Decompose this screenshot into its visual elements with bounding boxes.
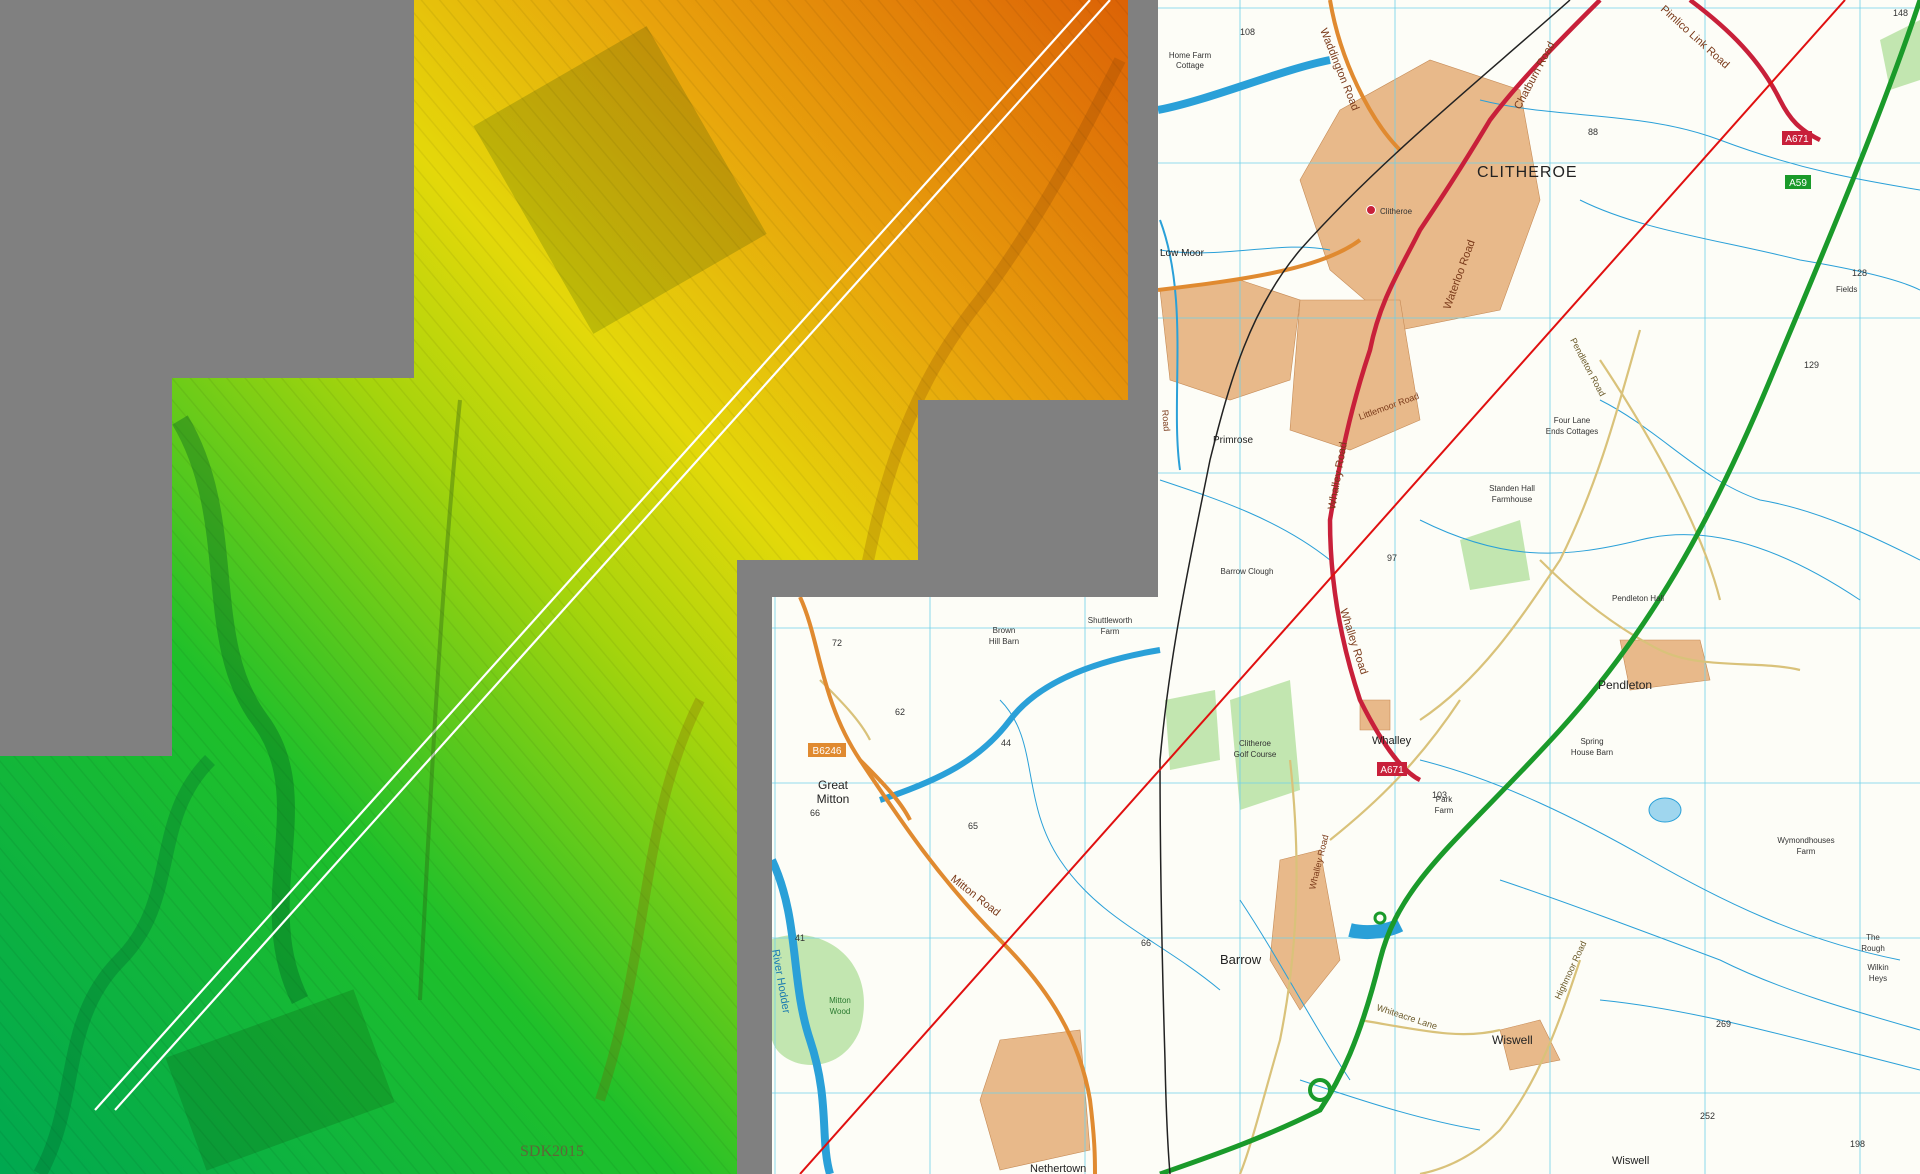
place-fields: Fields (1836, 285, 1857, 294)
town-label-low-moor: Low Moor (1160, 248, 1205, 259)
svg-text:A59: A59 (1789, 178, 1807, 189)
spot-height: 148 (1893, 8, 1908, 18)
place-home-farm-2: Cottage (1176, 61, 1205, 70)
os-map-panel: A671 A59 A671 B6246 CLITHEROE Barrow Wha… (772, 0, 1920, 1174)
place-shuttleworth-2: Farm (1101, 627, 1120, 636)
town-label-primrose: Primrose (1213, 435, 1253, 446)
spot-height: 41 (795, 933, 805, 943)
spot-height: 129 (1804, 360, 1819, 370)
town-label-whalley: Whalley (1372, 735, 1412, 747)
place-park-farm-2: Farm (1435, 806, 1454, 815)
place-the-rough-2: Rough (1861, 944, 1885, 953)
spot-height: 66 (1141, 938, 1151, 948)
map-comparison-figure: SDK2015 A671 A59 A671 B6246 CLITHEROE Ba… (0, 0, 1920, 1174)
place-wymondhouses-2: Farm (1797, 847, 1816, 856)
place-golf-1: Clitheroe (1239, 739, 1272, 748)
place-spring-house-1: Spring (1580, 737, 1603, 746)
place-wilkin-1: Wilkin (1867, 963, 1888, 972)
town-label-mitton: Mitton (817, 792, 850, 806)
spot-height: 66 (810, 808, 820, 818)
place-home-farm-1: Home Farm (1169, 51, 1212, 60)
place-brown-hill-1: Brown (993, 626, 1016, 635)
town-label-wiswell: Wiswell (1492, 1033, 1533, 1047)
place-the-rough-1: The (1866, 933, 1880, 942)
road-shield-a671-top: A671 (1782, 131, 1812, 145)
road-label-york: Road (1160, 409, 1172, 431)
town-label-barrow: Barrow (1220, 952, 1262, 967)
spot-height: 65 (968, 821, 978, 831)
place-standen-1: Standen Hall (1489, 484, 1535, 493)
spot-height: 44 (1001, 738, 1011, 748)
svg-text:A671: A671 (1785, 134, 1809, 145)
clitheroe-station (1366, 205, 1376, 215)
place-barrow-clough: Barrow Clough (1221, 567, 1274, 576)
spot-height: 128 (1852, 268, 1867, 278)
place-mitton-wood-2: Wood (830, 1007, 851, 1016)
svg-text:B6246: B6246 (813, 746, 842, 757)
town-label-nethertown: Nethertown (1030, 1163, 1086, 1174)
place-wilkin-2: Heys (1869, 974, 1887, 983)
place-mitton-wood-1: Mitton (829, 996, 851, 1005)
road-shield-a59: A59 (1785, 175, 1811, 189)
place-shuttleworth-1: Shuttleworth (1088, 616, 1132, 625)
place-four-lane-2: Ends Cottages (1546, 427, 1598, 436)
place-standen-2: Farmhouse (1492, 495, 1533, 504)
spot-height: 252 (1700, 1111, 1715, 1121)
spot-height: 62 (895, 707, 905, 717)
pond (1648, 797, 1682, 823)
spot-height: 108 (1240, 27, 1255, 37)
spot-height: 198 (1850, 1139, 1865, 1149)
town-label-wiswell-south: Wiswell (1612, 1155, 1649, 1167)
place-golf-2: Golf Course (1234, 750, 1277, 759)
town-label-great: Great (818, 778, 849, 792)
spot-height: 103 (1432, 790, 1447, 800)
place-brown-hill-2: Hill Barn (989, 637, 1019, 646)
spot-height: 269 (1716, 1019, 1731, 1029)
svg-text:A671: A671 (1380, 765, 1404, 776)
road-shield-a671-whalley: A671 (1377, 762, 1407, 776)
place-four-lane-1: Four Lane (1554, 416, 1591, 425)
spot-height: 72 (832, 638, 842, 648)
road-shield-b6246: B6246 (808, 743, 846, 757)
map-paper (772, 0, 1920, 1174)
spot-height: 88 (1588, 127, 1598, 137)
spot-height: 97 (1387, 553, 1397, 563)
place-clitheroe-station: Clitheroe (1380, 207, 1413, 216)
place-pendleton-hall: Pendleton Hall (1612, 594, 1664, 603)
place-wymondhouses-1: Wymondhouses (1777, 836, 1834, 845)
town-label-clitheroe: CLITHEROE (1477, 164, 1578, 181)
town-label-pendleton: Pendleton (1598, 678, 1652, 692)
place-spring-house-2: House Barn (1571, 748, 1613, 757)
